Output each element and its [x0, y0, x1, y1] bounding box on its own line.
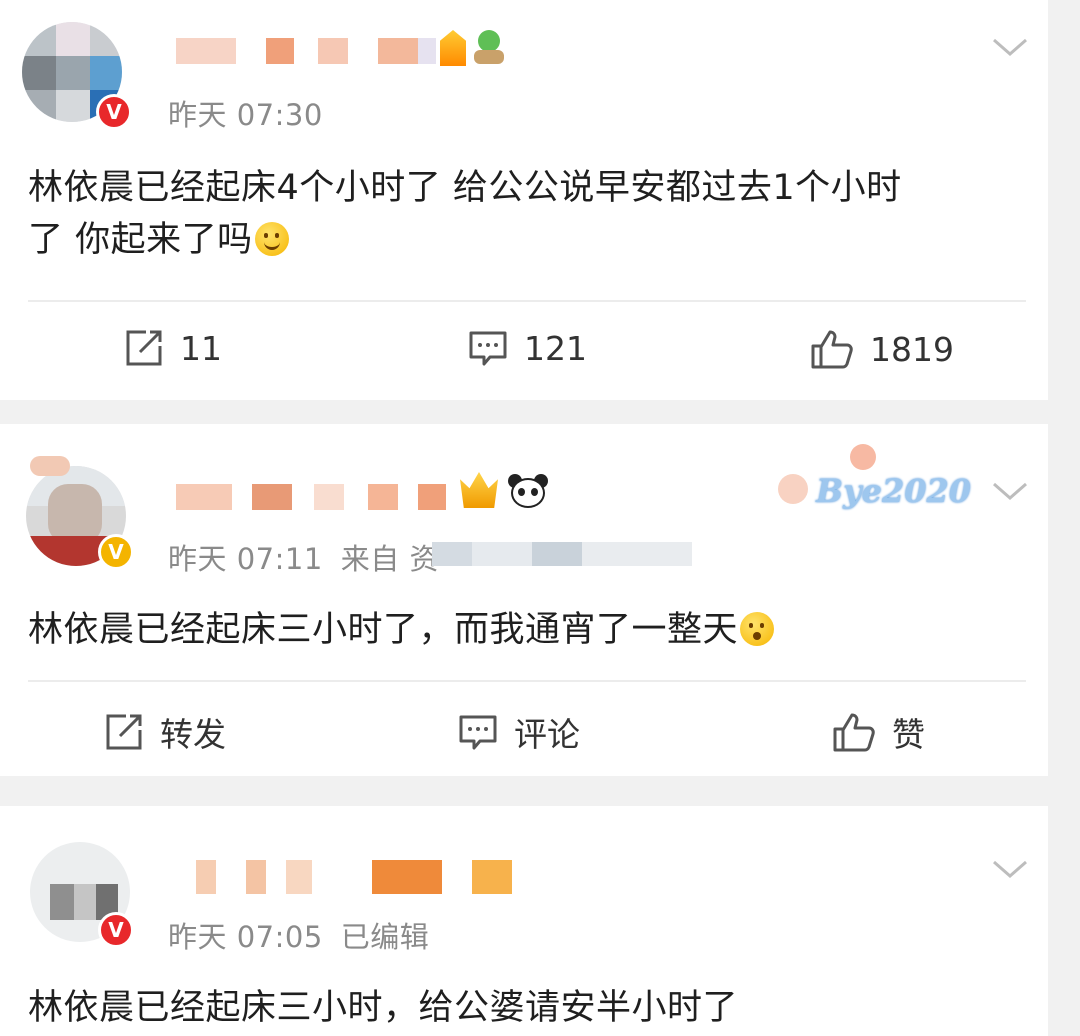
- comment-icon: [459, 715, 497, 750]
- source-blurred: [432, 542, 692, 566]
- chevron-down-icon[interactable]: [990, 480, 1030, 504]
- comment-icon: [469, 331, 507, 366]
- post-text: 林依晨已经起床三小时了，而我通宵了一整天: [28, 604, 1028, 656]
- post-meta: 昨天 07:11 来自 资: [168, 536, 439, 578]
- post-time: 昨天 07:30: [168, 98, 323, 132]
- post-text-line-1: 林依晨已经起床4个小时了 给公公说早安都过去1个小时: [28, 168, 902, 208]
- like-button[interactable]: 1819: [810, 328, 954, 370]
- like-count: 1819: [870, 329, 954, 369]
- username-blurred[interactable]: [176, 484, 446, 510]
- repost-label: 转发: [160, 715, 226, 754]
- post-meta: 昨天 07:05 已编辑: [168, 914, 447, 956]
- post-time: 昨天 07:11: [168, 542, 323, 576]
- panda-badge-icon: [508, 474, 548, 508]
- post-text: 林依晨已经起床4个小时了 给公公说早安都过去1个小时 了 你起来了吗: [28, 162, 1028, 266]
- username-blurred[interactable]: [176, 38, 436, 64]
- verified-badge-icon: V: [98, 534, 134, 570]
- repost-button[interactable]: 转发: [104, 708, 226, 756]
- sprout-badge-icon: [472, 30, 506, 66]
- chevron-down-icon[interactable]: [990, 36, 1030, 60]
- like-label: 赞: [892, 715, 925, 754]
- comment-button[interactable]: 评论: [458, 708, 580, 756]
- thumbs-up-icon: [833, 713, 875, 752]
- repost-icon: [106, 714, 142, 750]
- post-text-line-2: 了 你起来了吗: [28, 220, 253, 260]
- verified-badge-icon: V: [96, 94, 132, 130]
- card-decoration-bye2020: Bye2020: [778, 444, 971, 514]
- post-meta: 昨天 07:30: [168, 92, 341, 134]
- smile-emoji-icon: [254, 222, 289, 256]
- post-card-2[interactable]: Bye2020 V 昨天 07:11 来自 资 林依晨已经起床三小时了，而我通宵…: [0, 424, 1048, 776]
- post-card-3[interactable]: V 昨天 07:05 已编辑 林依晨已经起床三小时，给公婆请安半小时了: [0, 806, 1048, 1036]
- post-source[interactable]: 来自 资: [341, 542, 439, 576]
- verified-badge-icon: V: [98, 912, 134, 948]
- post-text: 林依晨已经起床三小时，给公婆请安半小时了: [28, 988, 739, 1028]
- thumbs-up-icon: [811, 330, 853, 369]
- decoration-text: Bye2020: [816, 472, 972, 510]
- like-button[interactable]: 赞: [832, 708, 925, 756]
- repost-count: 11: [180, 328, 222, 368]
- post-time: 昨天 07:05: [168, 920, 323, 954]
- bunny-decoration-icon: [30, 456, 70, 476]
- vip-level-icon: [440, 30, 466, 66]
- chevron-down-icon[interactable]: [990, 858, 1030, 882]
- comment-count: 121: [524, 328, 587, 368]
- crown-badge-icon: [460, 472, 498, 508]
- divider: [28, 300, 1026, 302]
- repost-icon: [126, 330, 162, 366]
- post-card-1[interactable]: V 昨天 07:30 林依晨已经起床4个小时了 给公公说早安都过去1个小时 了 …: [0, 0, 1048, 400]
- comment-button[interactable]: 121: [468, 328, 587, 368]
- divider: [28, 680, 1026, 682]
- shocked-emoji-icon: [740, 612, 775, 646]
- repost-button[interactable]: 11: [124, 328, 222, 368]
- username-blurred[interactable]: [196, 860, 516, 894]
- comment-label: 评论: [514, 715, 580, 754]
- edited-label: 已编辑: [340, 920, 430, 954]
